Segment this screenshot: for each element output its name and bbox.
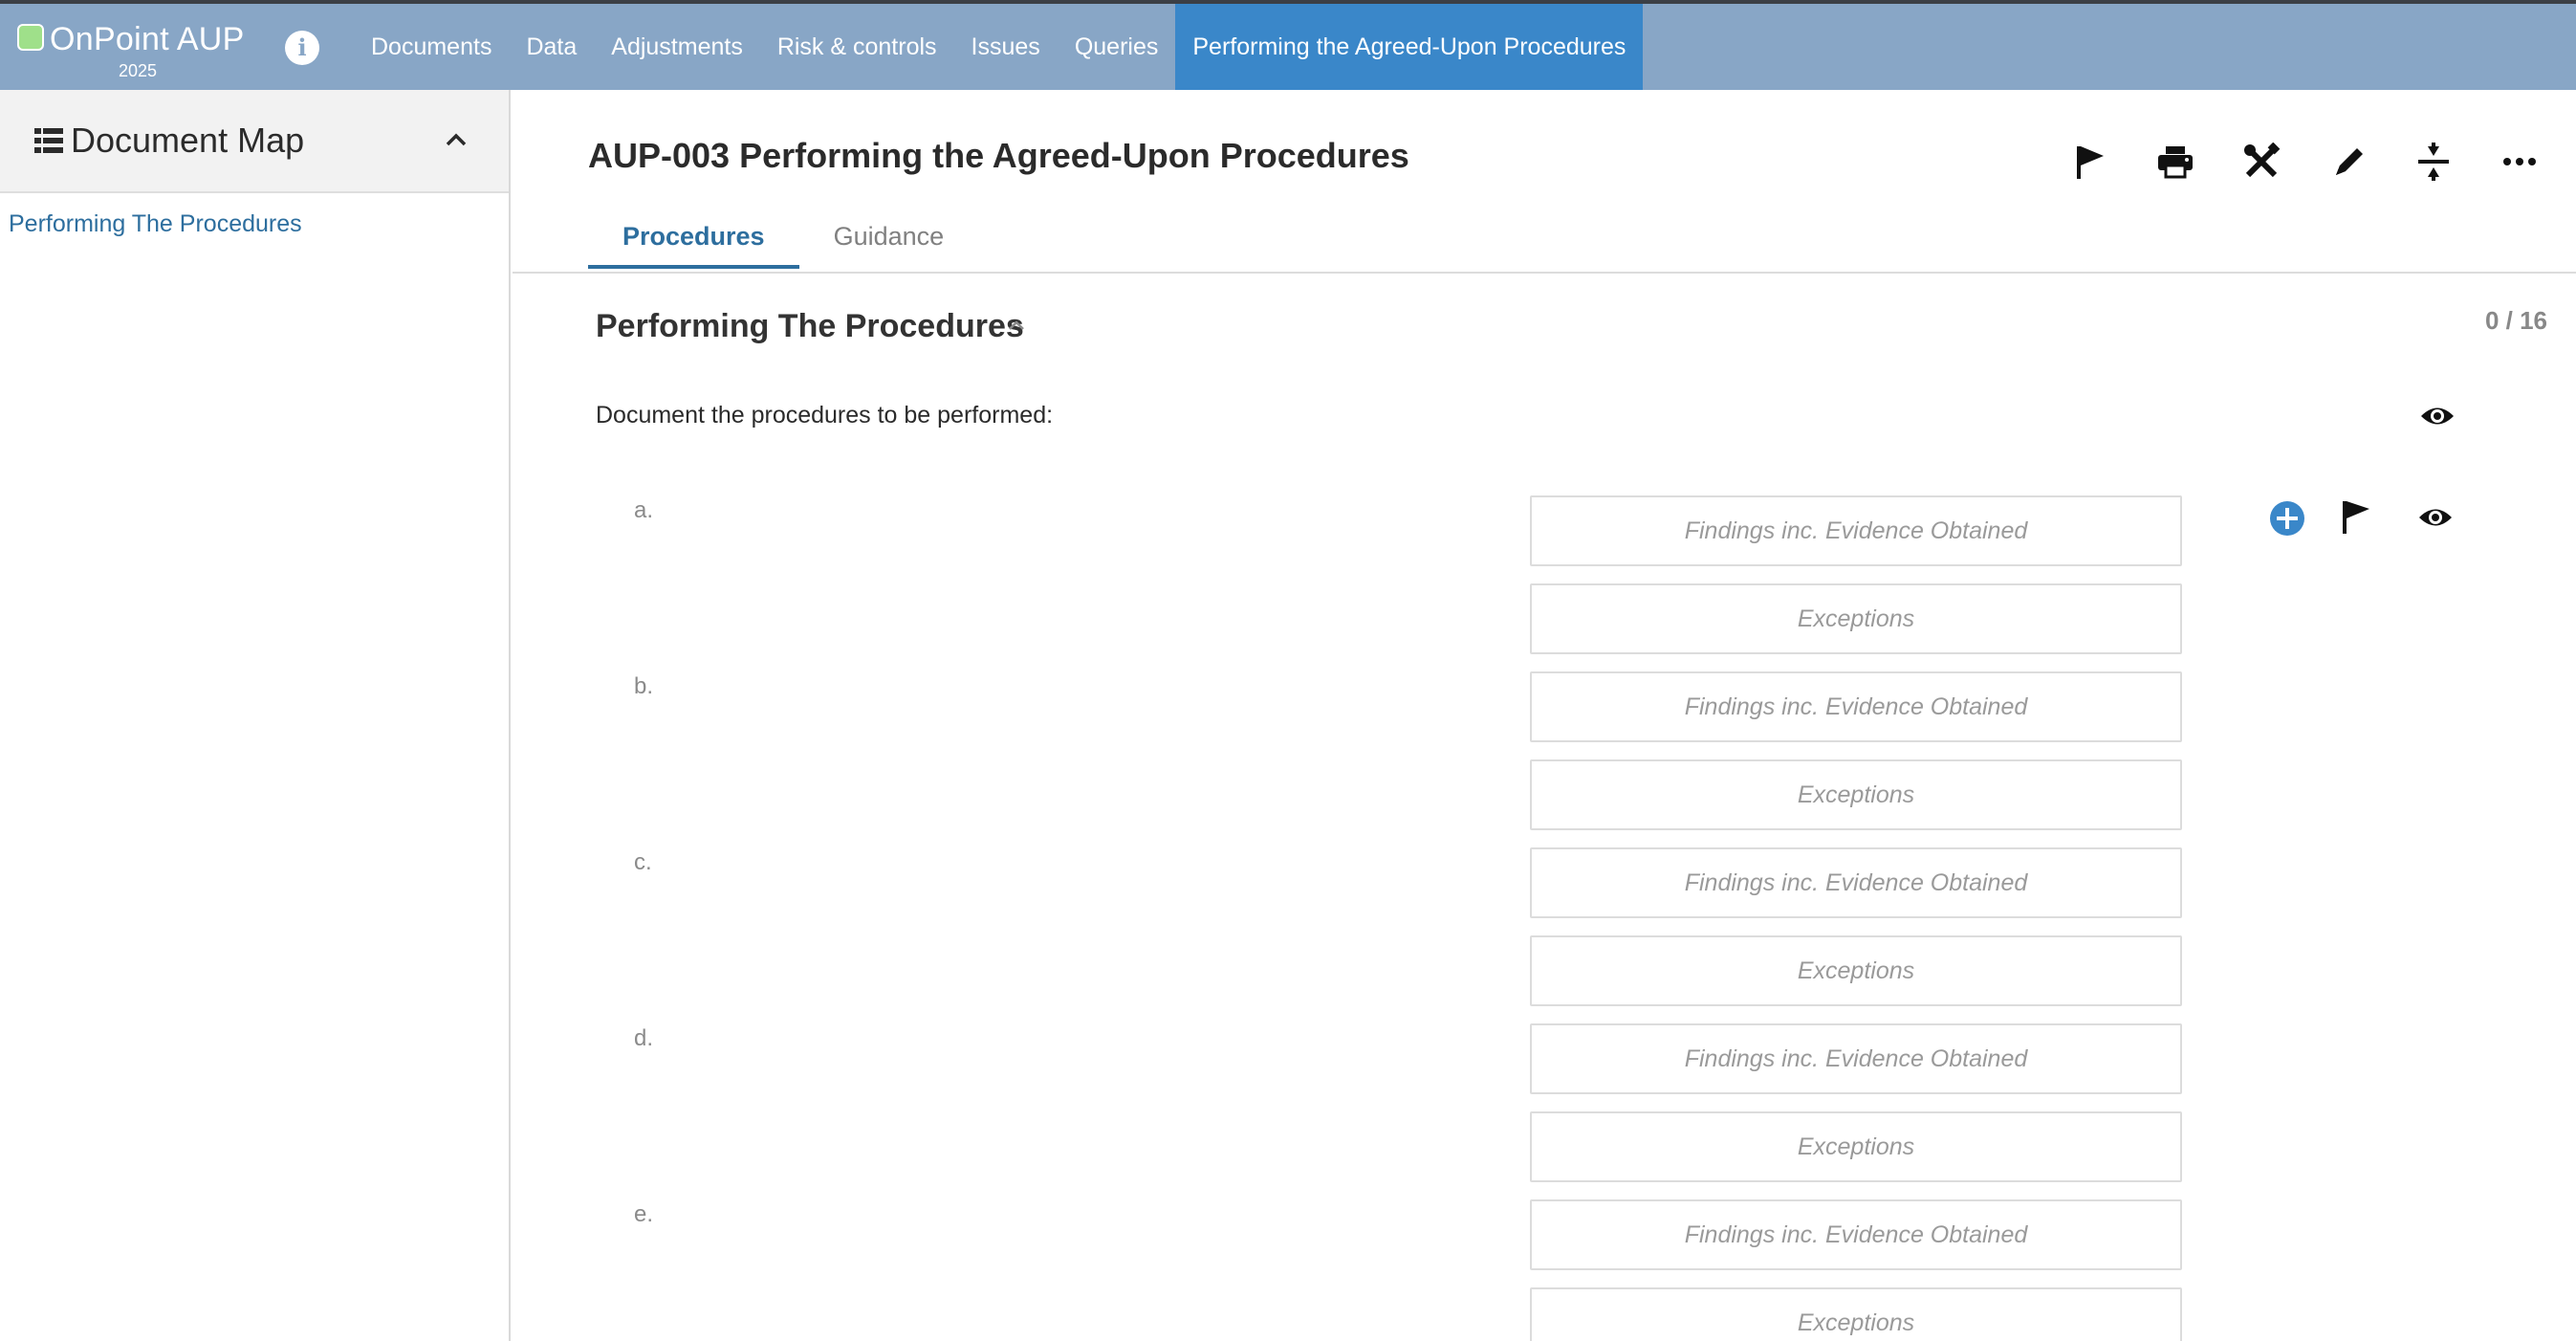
nav-item-risk-controls[interactable]: Risk & controls <box>760 4 954 90</box>
procedure-label: b. <box>634 673 654 699</box>
findings-field[interactable]: Findings inc. Evidence Obtained <box>1530 671 2182 742</box>
top-navigation-bar: OnPoint AUP 2025 i Documents Data Adjust… <box>0 0 2576 90</box>
flag-icon[interactable] <box>2337 497 2375 536</box>
exceptions-field[interactable]: Exceptions <box>1530 583 2182 654</box>
app-name: OnPoint AUP <box>50 21 245 57</box>
procedure-label: a. <box>634 497 654 523</box>
sidebar-header: Document Map <box>0 90 509 193</box>
section-title[interactable]: Performing The Procedures <box>596 308 1024 345</box>
more-icon[interactable] <box>2496 138 2543 186</box>
procedure-label: c. <box>634 849 652 875</box>
chevron-up-icon[interactable] <box>1006 318 1027 333</box>
print-icon[interactable] <box>2151 138 2199 186</box>
nav-item-data[interactable]: Data <box>509 4 594 90</box>
document-toolbar <box>513 138 2576 186</box>
add-icon[interactable] <box>2268 499 2306 538</box>
app-year: 2025 <box>119 61 158 80</box>
app-brand[interactable]: OnPoint AUP 2025 <box>0 4 258 90</box>
app-window: OnPoint AUP 2025 i Documents Data Adjust… <box>0 0 2576 1341</box>
findings-field[interactable]: Findings inc. Evidence Obtained <box>1530 495 2182 566</box>
sidebar-title: Document Map <box>71 121 305 160</box>
main-nav: Documents Data Adjustments Risk & contro… <box>354 4 1644 90</box>
eye-icon[interactable] <box>2419 402 2456 430</box>
procedure-label: d. <box>634 1025 654 1051</box>
info-icon[interactable]: i <box>285 31 319 65</box>
findings-field[interactable]: Findings inc. Evidence Obtained <box>1530 847 2182 918</box>
sidebar-item-performing-the-procedures[interactable]: Performing The Procedures <box>9 210 302 238</box>
flag-icon[interactable] <box>2066 138 2114 186</box>
list-icon <box>34 128 63 153</box>
collapse-all-icon[interactable] <box>2410 138 2457 186</box>
tab-procedures[interactable]: Procedures <box>588 214 799 269</box>
exceptions-field[interactable]: Exceptions <box>1530 1111 2182 1182</box>
nav-item-adjustments[interactable]: Adjustments <box>594 4 760 90</box>
tools-icon[interactable] <box>2238 138 2285 186</box>
document-tabs: Procedures Guidance <box>588 214 978 269</box>
nav-item-issues[interactable]: Issues <box>954 4 1058 90</box>
procedure-label: e. <box>634 1201 654 1227</box>
document-map-sidebar: Document Map Performing The Procedures <box>0 90 511 1341</box>
findings-field[interactable]: Findings inc. Evidence Obtained <box>1530 1023 2182 1094</box>
instruction-text: Document the procedures to be performed: <box>596 402 1054 429</box>
tabs-divider <box>513 272 2576 274</box>
eye-icon[interactable] <box>2417 503 2454 532</box>
main-content: AUP-003 Performing the Agreed-Upon Proce… <box>513 90 2576 1341</box>
findings-field[interactable]: Findings inc. Evidence Obtained <box>1530 1199 2182 1270</box>
app-logo-icon <box>17 24 44 51</box>
tab-guidance[interactable]: Guidance <box>799 214 979 269</box>
nav-item-performing-procedures[interactable]: Performing the Agreed-Upon Procedures <box>1175 4 1644 90</box>
exceptions-field[interactable]: Exceptions <box>1530 935 2182 1006</box>
exceptions-field[interactable]: Exceptions <box>1530 1287 2182 1341</box>
completion-counter: 0 / 16 <box>2484 306 2547 335</box>
nav-item-queries[interactable]: Queries <box>1058 4 1176 90</box>
edit-icon[interactable] <box>2325 138 2373 186</box>
nav-item-documents[interactable]: Documents <box>354 4 509 90</box>
row-actions <box>2268 497 2478 541</box>
exceptions-field[interactable]: Exceptions <box>1530 759 2182 830</box>
chevron-up-icon[interactable] <box>444 130 469 149</box>
